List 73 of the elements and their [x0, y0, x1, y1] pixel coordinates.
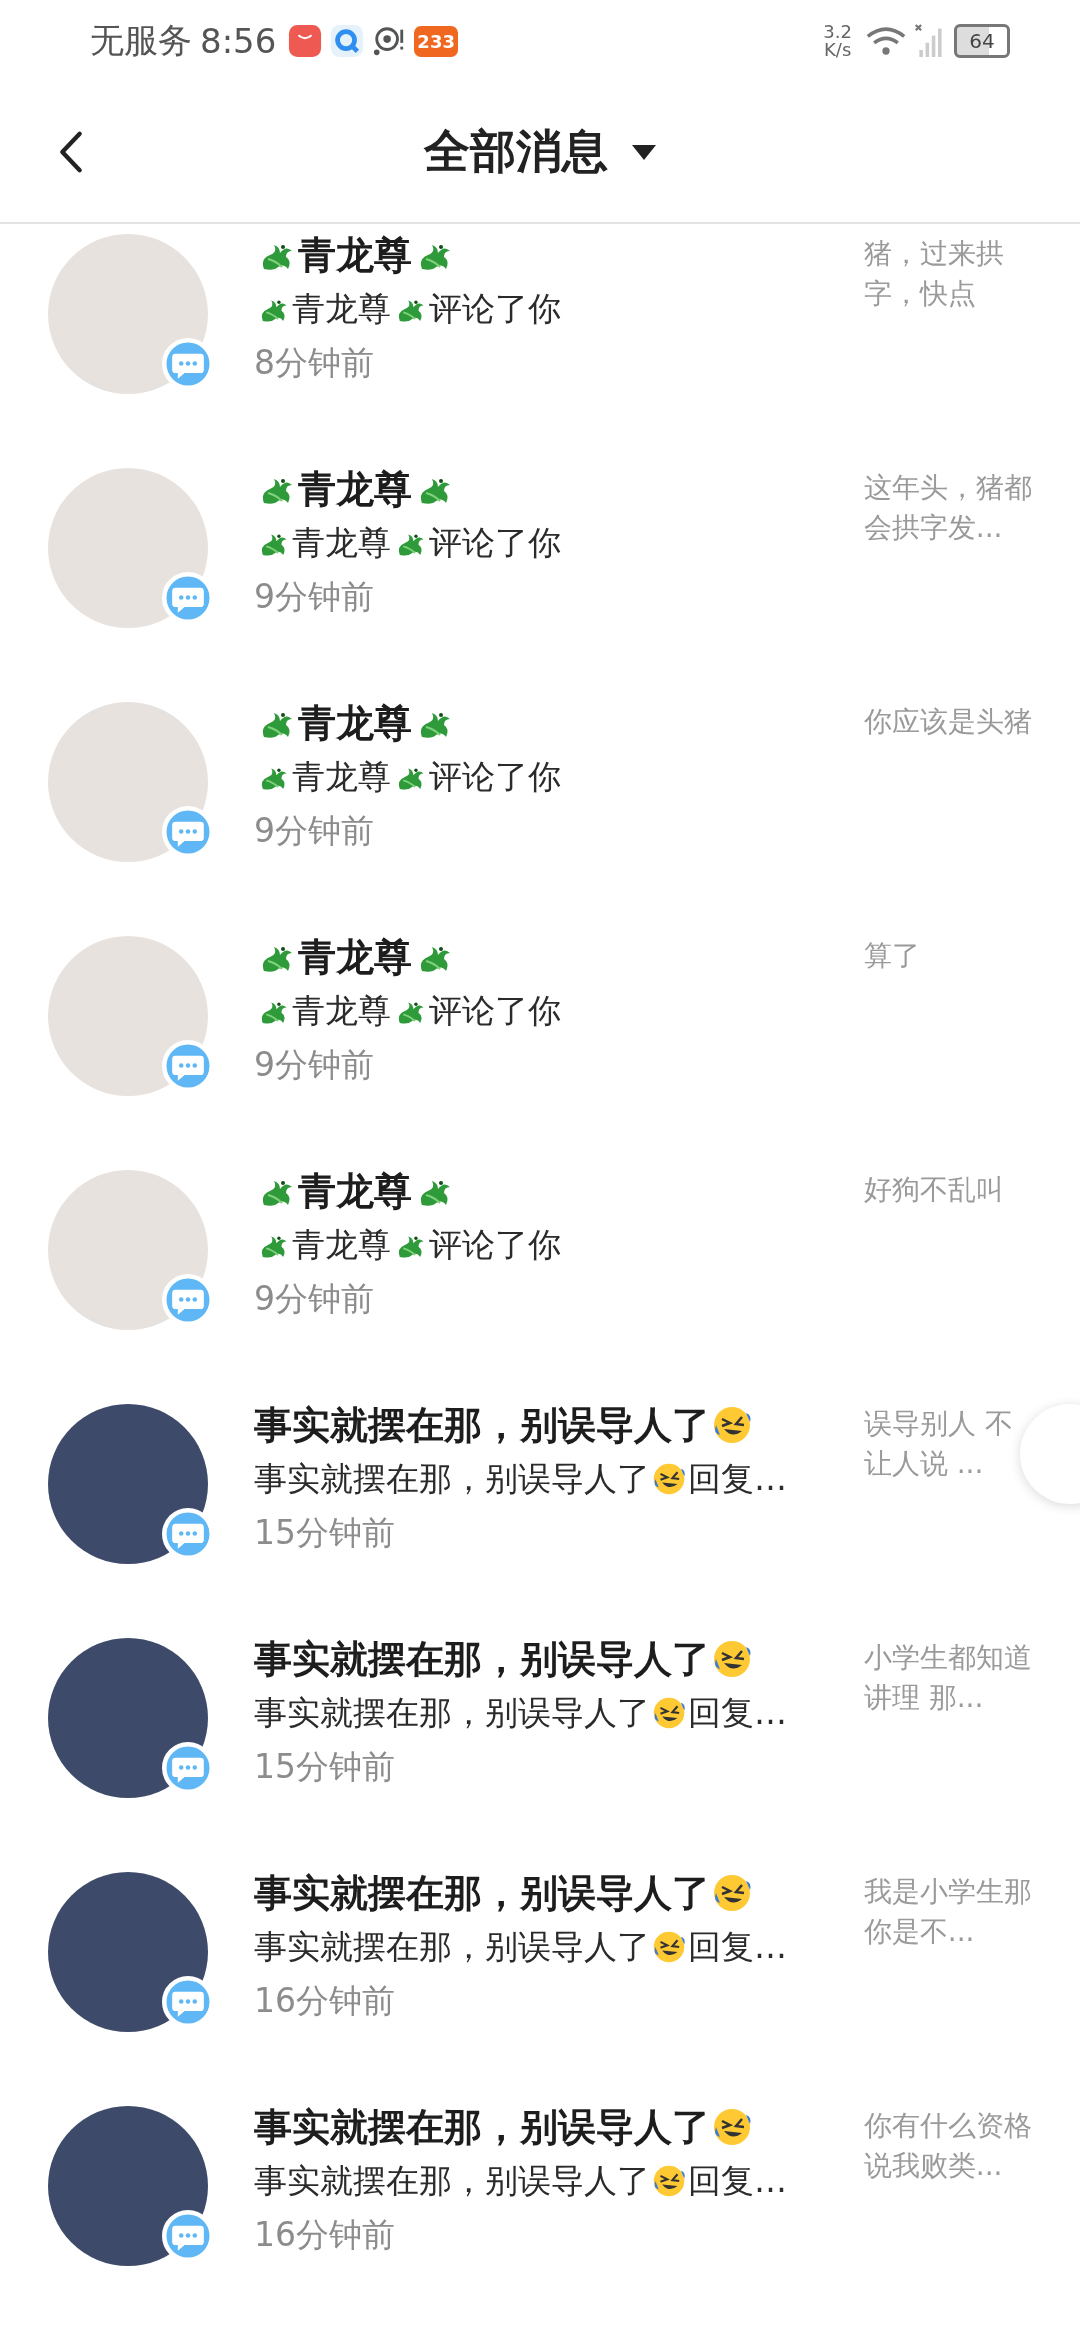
- app-badge: 233: [414, 25, 458, 57]
- browser-icon: [330, 24, 365, 58]
- timestamp: 9分钟前: [254, 576, 375, 618]
- message-item[interactable]: 青龙尊 青龙尊 评论了你 9分钟前 算了: [0, 930, 1080, 1164]
- comment-preview: 小学生都知道讲理 那...: [863, 1640, 1032, 1716]
- dropdown-caret-icon[interactable]: [632, 144, 656, 160]
- notification-text: 青龙尊: [292, 287, 391, 330]
- sender-name: 青龙尊: [298, 699, 412, 747]
- carrier-text: 无服务: [90, 19, 192, 62]
- sender-name: 事实就摆在那，别误导人了: [254, 1635, 710, 1683]
- message-item[interactable]: 青龙尊 青龙尊 评论了你 9分钟前 这年头，猪都会拱字发...: [0, 462, 1080, 696]
- clock-time: 8:56: [200, 21, 277, 61]
- sender-name: 青龙尊: [298, 465, 412, 513]
- message-item[interactable]: 青龙尊 青龙尊 评论了你 8分钟前 猪，过来拱字，快点: [0, 228, 1080, 462]
- laughing-emoji-icon: [652, 2164, 686, 2198]
- comment-preview: 这年头，猪都会拱字发...: [863, 470, 1032, 546]
- notification-text: 事实就摆在那，别误导人了: [254, 1457, 650, 1500]
- sender-name: 事实就摆在那，别误导人了: [254, 1401, 710, 1449]
- back-icon[interactable]: [58, 130, 84, 174]
- laughing-emoji-icon: [652, 1696, 686, 1730]
- comment-preview: 误导别人 不让人说 ...: [863, 1406, 1014, 1482]
- laughing-emoji-icon: [712, 1639, 752, 1679]
- notification-text: 青龙尊: [292, 755, 391, 798]
- sender-name: 青龙尊: [298, 933, 412, 981]
- notification-text: 回复…: [688, 2159, 787, 2202]
- laughing-emoji-icon: [652, 1930, 686, 1964]
- timestamp: 15分钟前: [254, 1512, 396, 1554]
- notification-text: 评论了你: [429, 521, 561, 564]
- message-item[interactable]: 事实就摆在那，别误导人了 事实就摆在那，别误导人了 回复… 15分钟前 误导别人 不让人说 ...: [0, 1398, 1080, 1632]
- notification-text: 回复…: [688, 1925, 787, 1968]
- message-item[interactable]: 事实就摆在那，别误导人了 事实就摆在那，别误导人了 回复… 16分钟前 你有什么资格说我败类...: [0, 2100, 1080, 2334]
- notification-text: 事实就摆在那，别误导人了: [254, 1691, 650, 1734]
- shopping-bag-icon: [288, 24, 323, 58]
- battery-indicator: 64: [954, 24, 1010, 58]
- page-title[interactable]: 全部消息: [424, 121, 608, 183]
- timestamp: 9分钟前: [254, 1044, 375, 1086]
- comment-preview: 好狗不乱叫: [863, 1172, 1005, 1208]
- message-item[interactable]: 青龙尊 青龙尊 评论了你 9分钟前 你应该是头猪: [0, 696, 1080, 930]
- message-item[interactable]: 青龙尊 青龙尊 评论了你 9分钟前 好狗不乱叫: [0, 1164, 1080, 1398]
- notification-text: 回复…: [688, 1691, 787, 1734]
- laughing-emoji-icon: [712, 2107, 752, 2147]
- sender-name: 事实就摆在那，别误导人了: [254, 2103, 710, 2151]
- laughing-emoji-icon: [712, 1405, 752, 1445]
- message-item[interactable]: 事实就摆在那，别误导人了 事实就摆在那，别误导人了 回复… 16分钟前 我是小学生那你是不...: [0, 1866, 1080, 2100]
- comment-preview: 我是小学生那你是不...: [863, 1874, 1032, 1950]
- comment-preview: 算了: [863, 938, 921, 974]
- timestamp: 8分钟前: [254, 342, 375, 384]
- sender-name: 青龙尊: [298, 231, 412, 279]
- notification-text: 事实就摆在那，别误导人了: [254, 1925, 650, 1968]
- timestamp: 16分钟前: [254, 1980, 396, 2022]
- laughing-emoji-icon: [712, 1873, 752, 1913]
- wifi-icon: [866, 25, 906, 57]
- comment-preview: 你有什么资格说我败类...: [863, 2108, 1032, 2184]
- notification-text: 评论了你: [429, 989, 561, 1032]
- sender-name: 事实就摆在那，别误导人了: [254, 1869, 710, 1917]
- laughing-emoji-icon: [652, 1462, 686, 1496]
- comment-preview: 猪，过来拱字，快点: [863, 236, 1005, 312]
- notification-text: 青龙尊: [292, 521, 391, 564]
- timestamp: 9分钟前: [254, 1278, 375, 1320]
- notification-text: 评论了你: [429, 1223, 561, 1266]
- notification-text: 青龙尊: [292, 1223, 391, 1266]
- message-item[interactable]: 事实就摆在那，别误导人了 事实就摆在那，别误导人了 回复… 15分钟前 小学生都知道讲理 那...: [0, 1632, 1080, 1866]
- notification-text: 回复…: [688, 1457, 787, 1500]
- notification-text: 青龙尊: [292, 989, 391, 1032]
- notification-text: 评论了你: [429, 755, 561, 798]
- network-speed: 3.2 K/s: [823, 23, 852, 59]
- timestamp: 9分钟前: [254, 810, 375, 852]
- timestamp: 16分钟前: [254, 2214, 396, 2256]
- comment-preview: 你应该是头猪: [863, 704, 1032, 740]
- notification-text: 事实就摆在那，别误导人了: [254, 2159, 650, 2202]
- timestamp: 15分钟前: [254, 1746, 396, 1788]
- sender-name: 青龙尊: [298, 1167, 412, 1215]
- notification-text: 评论了你: [429, 287, 561, 330]
